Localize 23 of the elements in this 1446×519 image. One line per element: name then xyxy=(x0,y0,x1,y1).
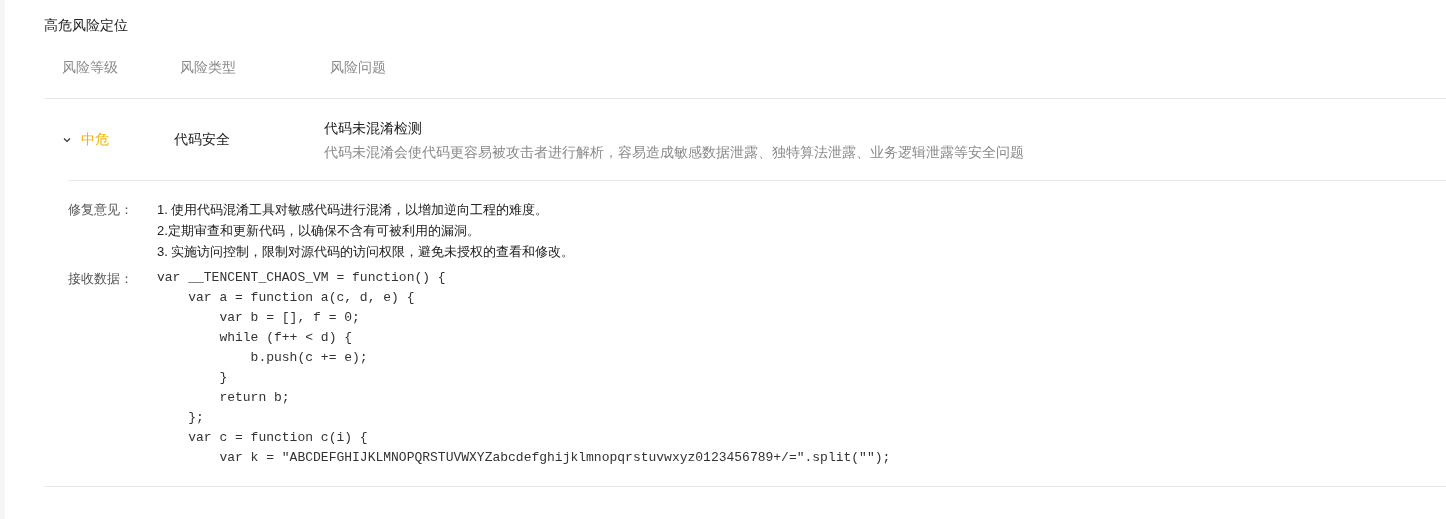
detail-label: 接收数据： xyxy=(68,271,133,286)
code-line: var k = "ABCDEFGHIJKLMNOPQRSTUVWXYZabcdefghijklmnopqrstuvwxyz0123456789+/=".split(""); xyxy=(218,449,891,467)
code-line: var b = [], f = 0; xyxy=(218,309,360,327)
risk-type: 代码安全 xyxy=(174,130,231,149)
risk-description: 代码未混淆会使代码更容易被攻击者进行解析，容易造成敏感数据泄露、独特算法泄露、业务逻辑泄露等安全问题 xyxy=(324,142,1024,162)
fix-suggestion: 2.定期审查和更新代码，以确保不含有可被利用的漏洞。 xyxy=(157,222,480,240)
column-header: 风险等级 xyxy=(62,58,118,75)
code-line: while (f++ < d) { xyxy=(218,329,353,347)
fix-suggestion: 1. 使用代码混淆工具对敏感代码进行混淆，以增加逆向工程的难度。 xyxy=(157,201,549,219)
code-line: b.push(c += e); xyxy=(249,349,368,367)
section-title: 高危风险定位 xyxy=(44,16,129,35)
column-header: 风险类型 xyxy=(180,58,236,75)
risk-level: 中危 xyxy=(81,130,109,149)
code-line: var __TENCENT_CHAOS_VM = function() { xyxy=(157,269,446,287)
code-line: var a = function a(c, d, e) { xyxy=(187,289,415,307)
column-header: 风险问题 xyxy=(330,58,386,75)
fix-suggestion: 3. 实施访问控制，限制对源代码的访问权限，避免未授权的查看和修改。 xyxy=(157,243,575,261)
code-line: } xyxy=(218,369,228,387)
detail-label: 修复意见： xyxy=(68,202,133,217)
code-line: }; xyxy=(187,409,204,427)
risk-title: 代码未混淆检测 xyxy=(324,118,422,138)
code-line: return b; xyxy=(218,389,290,407)
code-line: var c = function c(i) { xyxy=(187,429,368,447)
